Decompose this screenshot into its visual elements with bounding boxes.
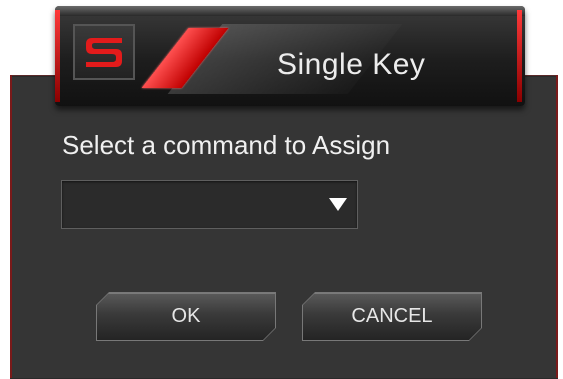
logo-glyph: [86, 38, 122, 67]
chevron-down-icon[interactable]: [329, 198, 347, 211]
header-right-accent: [517, 10, 522, 102]
header-left-accent: [55, 10, 60, 102]
command-prompt-label: Select a command to Assign: [62, 130, 391, 160]
command-select-dropdown[interactable]: [61, 180, 358, 229]
panel-left-accent: [10, 75, 12, 378]
header-top-bar: [55, 6, 525, 16]
dialog-header: Single Key: [55, 6, 525, 106]
ok-button[interactable]: OK: [97, 293, 275, 340]
cancel-button[interactable]: CANCEL: [303, 293, 481, 340]
brand-s-logo-icon: [73, 24, 135, 80]
panel-right-accent: [556, 75, 558, 378]
dialog-title: Single Key: [277, 48, 426, 81]
